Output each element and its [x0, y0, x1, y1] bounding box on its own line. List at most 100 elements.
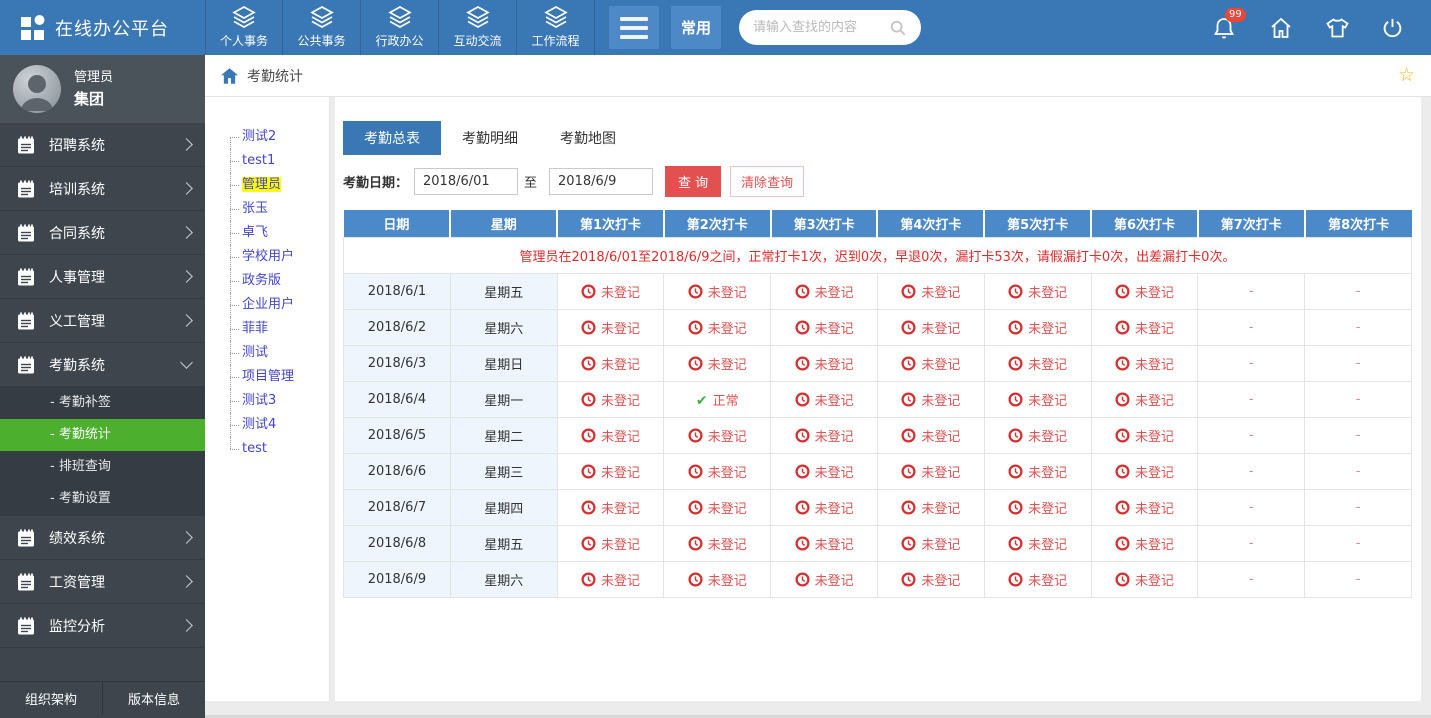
weekday-cell: 星期六	[450, 561, 557, 597]
date-from-input[interactable]	[414, 168, 518, 195]
sidebar-subitem-1[interactable]: - 考勤补签	[0, 387, 205, 419]
tree-item[interactable]: test	[227, 437, 329, 461]
user-tree-panel: 测试2 test1管理员张玉卓飞学校用户政务版企业用户菲菲测试项目管理测试3 测试4…	[205, 97, 330, 701]
notebook-icon	[16, 355, 36, 375]
column-header: 第2次打卡	[664, 210, 771, 237]
status-label: 未登记	[708, 574, 747, 589]
sidebar-item-8[interactable]: 工资管理	[0, 560, 205, 604]
punch-cell-empty: -	[1305, 345, 1412, 381]
sidebar-item-label: 合同系统	[49, 223, 105, 243]
tree-item[interactable]: 学校用户	[227, 245, 329, 269]
tree-item[interactable]: 张玉	[227, 197, 329, 221]
tree-item[interactable]: 卓飞	[227, 221, 329, 245]
punch-cell-not-registered: 未登记	[877, 345, 984, 381]
tab-2[interactable]: 考勤明细	[441, 121, 539, 155]
status-label: 未登记	[921, 394, 960, 409]
punch-cell-not-registered: 未登记	[1091, 309, 1198, 345]
sidebar-item-7[interactable]: 绩效系统	[0, 516, 205, 560]
search-button[interactable]: 查 询	[665, 166, 721, 197]
hamburger-menu-button[interactable]	[609, 6, 659, 49]
punch-cell-empty: -	[1198, 489, 1305, 525]
tree-item-label: 菲菲	[242, 321, 268, 336]
sidebar-item-9[interactable]: 监控分析	[0, 604, 205, 648]
sidebar-item-label: 义工管理	[49, 311, 105, 331]
status-label: 未登记	[815, 394, 854, 409]
tree-item[interactable]: 测试2	[227, 125, 329, 149]
avatar	[13, 65, 61, 113]
tree-item[interactable]: 企业用户	[227, 293, 329, 317]
app-logo[interactable]: 在线办公平台	[0, 0, 205, 55]
tree-item-label: 测试3	[242, 393, 276, 408]
nav-item-3[interactable]: 行政办公	[361, 0, 439, 55]
punch-cell-not-registered: 未登记	[557, 273, 664, 309]
tree-item[interactable]: 测试3	[227, 389, 329, 413]
sidebar-item-4[interactable]: 人事管理	[0, 255, 205, 299]
clock-icon	[688, 356, 703, 371]
nav-item-5[interactable]: 工作流程	[517, 0, 595, 55]
tree-item[interactable]: 政务版	[227, 269, 329, 293]
version-info-button[interactable]: 版本信息	[103, 682, 205, 715]
sidebar-item-5[interactable]: 义工管理	[0, 299, 205, 343]
clock-icon	[901, 500, 916, 515]
clock-icon	[901, 356, 916, 371]
sidebar-subitem-2[interactable]: - 考勤统计	[0, 419, 205, 451]
punch-cell-not-registered: 未登记	[1091, 561, 1198, 597]
punch-cell-not-registered: 未登记	[771, 345, 878, 381]
column-header: 第5次打卡	[984, 210, 1091, 237]
search-icon[interactable]	[889, 19, 907, 37]
punch-cell-not-registered: 未登记	[984, 417, 1091, 453]
clock-icon	[795, 572, 810, 587]
tab-1[interactable]: 考勤总表	[343, 121, 441, 155]
punch-cell-not-registered: 未登记	[771, 525, 878, 561]
clock-icon	[581, 572, 596, 587]
attendance-table: 日期星期第1次打卡第2次打卡第3次打卡第4次打卡第5次打卡第6次打卡第7次打卡第…	[343, 210, 1412, 598]
status-label: 未登记	[921, 502, 960, 517]
sidebar-item-3[interactable]: 合同系统	[0, 211, 205, 255]
status-label: 未登记	[1028, 538, 1067, 553]
notebook-icon	[16, 135, 36, 155]
search-input[interactable]	[753, 20, 889, 35]
tree-item[interactable]: test1	[227, 149, 329, 173]
punch-cell-not-registered: 未登记	[664, 561, 771, 597]
status-label: 未登记	[601, 502, 640, 517]
sidebar-subitem-3[interactable]: - 排班查询	[0, 451, 205, 483]
clock-icon	[1008, 464, 1023, 479]
tree-item[interactable]: 测试4	[227, 413, 329, 437]
notifications-button[interactable]: 99	[1213, 16, 1237, 40]
punch-cell-not-registered: 未登记	[771, 489, 878, 525]
nav-item-1[interactable]: 个人事务	[205, 0, 283, 55]
quick-access-button[interactable]: 常用	[671, 6, 721, 49]
tab-3[interactable]: 考勤地图	[539, 121, 637, 155]
table-row: 2018/6/5星期二未登记未登记未登记未登记未登记未登记--	[344, 417, 1412, 453]
status-label: 未登记	[1028, 322, 1067, 337]
punch-cell-empty: -	[1305, 561, 1412, 597]
sidebar-item-1[interactable]: 招聘系统	[0, 123, 205, 167]
favorite-star-icon[interactable]: ☆	[1398, 66, 1415, 85]
theme-button[interactable]	[1325, 16, 1349, 40]
tree-item[interactable]: 测试	[227, 341, 329, 365]
punch-cell-not-registered: 未登记	[984, 489, 1091, 525]
nav-item-2[interactable]: 公共事务	[283, 0, 361, 55]
status-label: 未登记	[601, 394, 640, 409]
status-label: 未登记	[921, 574, 960, 589]
sidebar-item-6[interactable]: 考勤系统	[0, 343, 205, 387]
clear-search-button[interactable]: 清除查询	[730, 166, 804, 197]
logout-button[interactable]	[1381, 16, 1405, 40]
nav-item-4[interactable]: 互动交流	[439, 0, 517, 55]
date-to-input[interactable]	[549, 168, 653, 195]
tree-item[interactable]: 菲菲	[227, 317, 329, 341]
tree-item[interactable]: 项目管理	[227, 365, 329, 389]
clock-icon	[1008, 572, 1023, 587]
sidebar-item-2[interactable]: 培训系统	[0, 167, 205, 211]
punch-cell-not-registered: 未登记	[984, 525, 1091, 561]
tree-item-label: 测试2	[242, 129, 276, 144]
home-button[interactable]	[1269, 16, 1293, 40]
org-structure-button[interactable]: 组织架构	[0, 682, 103, 715]
sidebar-subitem-4[interactable]: - 考勤设置	[0, 483, 205, 515]
clock-icon	[1008, 356, 1023, 371]
punch-cell-not-registered: 未登记	[1091, 273, 1198, 309]
tree-item[interactable]: 管理员	[227, 173, 329, 197]
chevron-down-icon	[180, 356, 193, 369]
punch-cell-not-registered: 未登记	[984, 309, 1091, 345]
user-block[interactable]: 管理员 集团	[0, 55, 205, 123]
